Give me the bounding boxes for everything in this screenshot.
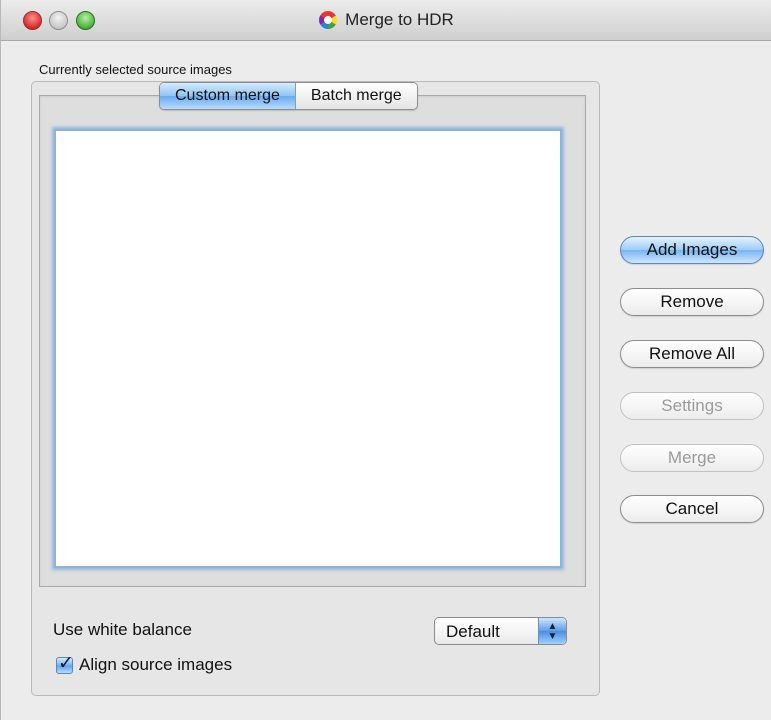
title-wrap: Merge to HDR: [1, 0, 771, 40]
source-images-label: Currently selected source images: [39, 62, 232, 77]
white-balance-label: Use white balance: [53, 620, 192, 639]
merge-mode-tabs: Custom merge Batch merge: [159, 82, 418, 110]
checkmark-icon: ✓: [58, 652, 74, 674]
source-images-list[interactable]: [54, 129, 562, 568]
white-balance-select[interactable]: Default ▲ ▼: [434, 617, 567, 645]
tab-batch-merge[interactable]: Batch merge: [295, 83, 417, 109]
add-images-button[interactable]: Add Images: [620, 236, 764, 264]
align-source-images-label[interactable]: Align source images: [79, 655, 232, 675]
remove-button[interactable]: Remove: [620, 288, 764, 316]
title-bar[interactable]: Merge to HDR: [1, 0, 771, 41]
merge-to-hdr-window: Merge to HDR Currently selected source i…: [0, 0, 771, 720]
tab-custom-merge[interactable]: Custom merge: [160, 83, 296, 109]
white-balance-value: Default: [446, 622, 500, 641]
select-stepper-icon: ▲ ▼: [538, 618, 566, 644]
merge-button[interactable]: Merge: [620, 444, 764, 472]
align-source-images-checkbox[interactable]: ✓: [56, 652, 74, 674]
align-source-images-row: ✓ Align source images: [56, 652, 232, 675]
color-wheel-icon: [319, 11, 338, 29]
remove-all-button[interactable]: Remove All: [620, 340, 764, 368]
cancel-button[interactable]: Cancel: [620, 495, 764, 523]
window-title: Merge to HDR: [345, 10, 454, 29]
settings-button[interactable]: Settings: [620, 392, 764, 420]
